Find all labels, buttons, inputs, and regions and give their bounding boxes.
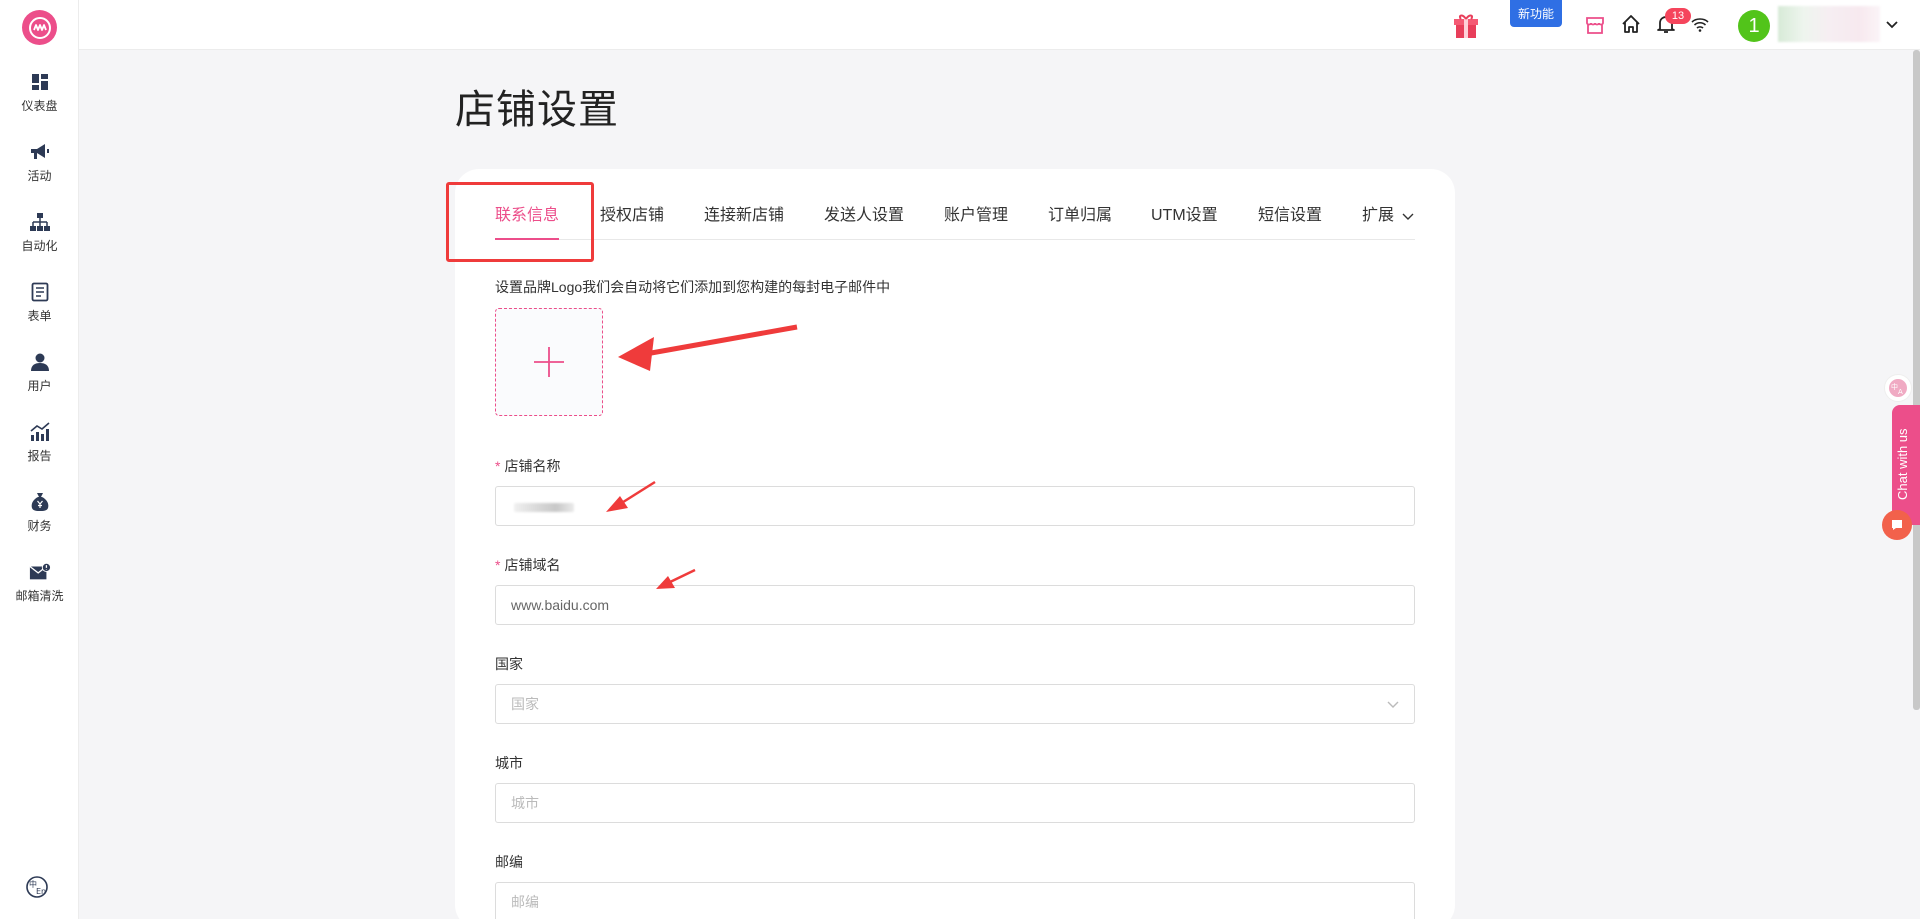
tab-sms-settings[interactable]: 短信设置 [1258, 205, 1322, 240]
hierarchy-icon [29, 211, 51, 233]
money-bag-icon [29, 491, 51, 513]
store-domain-input[interactable]: www.baidu.com [495, 585, 1415, 625]
avatar[interactable]: 1 [1738, 10, 1770, 42]
tab-contact-info[interactable]: 联系信息 [495, 205, 560, 240]
city-label: 城市 [495, 755, 523, 771]
store-name-value-redacted [514, 503, 574, 512]
store-name-label: * 店铺名称 [495, 456, 560, 476]
chevron-down-icon [1402, 213, 1414, 220]
tab-extensions[interactable]: 扩展 [1362, 205, 1415, 240]
svg-text:En: En [36, 887, 46, 896]
logo-upload[interactable] [495, 308, 603, 416]
megaphone-icon [29, 141, 51, 163]
tab-authorized-store[interactable]: 授权店铺 [600, 205, 664, 240]
zip-input[interactable]: 邮编 [495, 882, 1415, 919]
store-name-label-text: 店铺名称 [504, 458, 561, 474]
country-placeholder: 国家 [511, 696, 539, 712]
country-label: 国家 [495, 656, 523, 672]
sidebar-item-automation[interactable]: 自动化 [0, 211, 79, 271]
top-bar [79, 0, 1920, 50]
sidebar-item-label: 财务 [27, 519, 52, 533]
sidebar-item-label: 表单 [27, 309, 52, 323]
logo-description: 设置品牌Logo我们会自动将它们添加到您构建的每封电子邮件中 [495, 279, 891, 295]
language-switch-icon[interactable]: 中 En [25, 875, 49, 899]
sidebar-item-finance[interactable]: 财务 [0, 491, 79, 551]
store-domain-label: * 店铺域名 [495, 555, 560, 575]
page-title: 店铺设置 [455, 88, 619, 132]
sidebar-item-forms[interactable]: 表单 [0, 281, 79, 341]
mail-clean-icon [29, 561, 51, 583]
zip-label: 邮编 [495, 854, 523, 870]
sidebar-item-dashboard[interactable]: 仪表盘 [0, 71, 79, 131]
page-scrollbar[interactable] [1913, 50, 1920, 710]
tab-utm-settings[interactable]: UTM设置 [1151, 205, 1218, 240]
chat-bubble-icon[interactable] [1882, 510, 1912, 540]
country-select[interactable]: 国家 [495, 684, 1415, 724]
required-mark: * [495, 458, 501, 474]
sidebar-item-users[interactable]: 用户 [0, 351, 79, 411]
gift-icon[interactable] [1452, 12, 1480, 40]
chevron-down-icon [1387, 701, 1399, 708]
sidebar-item-campaign[interactable]: 活动 [0, 141, 79, 201]
plus-icon [534, 347, 564, 377]
tab-order-attribution[interactable]: 订单归属 [1048, 205, 1112, 240]
home-icon[interactable] [1621, 14, 1641, 34]
user-icon [29, 351, 51, 373]
svg-text:A: A [1898, 388, 1903, 396]
settings-card: 联系信息 授权店铺 连接新店铺 发送人设置 账户管理 订单归属 UTM设置 短信… [455, 169, 1455, 919]
sidebar-item-label: 用户 [27, 379, 52, 393]
logo-icon [28, 16, 51, 39]
user-name-redacted [1778, 6, 1880, 42]
sidebar-item-label: 活动 [27, 169, 52, 183]
chevron-down-icon[interactable] [1884, 16, 1900, 32]
svg-text:中: 中 [1891, 382, 1898, 391]
report-chart-icon [29, 421, 51, 443]
dashboard-icon [29, 71, 51, 93]
translate-icon[interactable]: 中A [1884, 374, 1912, 402]
tab-connect-new-store[interactable]: 连接新店铺 [704, 205, 784, 240]
sidebar-item-label: 自动化 [21, 239, 58, 253]
new-feature-badge[interactable]: 新功能 [1510, 0, 1562, 27]
sidebar-item-label: 报告 [27, 449, 52, 463]
tab-account-management[interactable]: 账户管理 [944, 205, 1008, 240]
tab-label: 扩展 [1362, 207, 1395, 224]
store-domain-label-text: 店铺域名 [504, 557, 561, 573]
store-icon[interactable] [1585, 15, 1605, 35]
wifi-icon[interactable] [1690, 14, 1710, 34]
settings-tabs: 联系信息 授权店铺 连接新店铺 发送人设置 账户管理 订单归属 UTM设置 短信… [495, 205, 1415, 240]
sidebar-item-label: 仪表盘 [21, 99, 58, 113]
sidebar-item-label: 邮箱清洗 [15, 589, 64, 603]
sidebar-item-reports[interactable]: 报告 [0, 421, 79, 481]
app-logo[interactable] [22, 10, 57, 45]
form-icon [29, 281, 51, 303]
store-name-input[interactable] [495, 486, 1415, 526]
tab-sender-settings[interactable]: 发送人设置 [824, 205, 904, 240]
notification-count-badge: 13 [1665, 8, 1691, 24]
sidebar: 仪表盘 活动 自动化 表单 用户 报告 财务 邮箱清洗 中 En [0, 0, 79, 919]
sidebar-item-email-clean[interactable]: 邮箱清洗 [0, 561, 79, 621]
chat-label: Chat with us [1895, 428, 1910, 500]
city-input[interactable]: 城市 [495, 783, 1415, 823]
required-mark: * [495, 557, 501, 573]
chat-with-us-tab[interactable]: Chat with us [1892, 405, 1920, 525]
